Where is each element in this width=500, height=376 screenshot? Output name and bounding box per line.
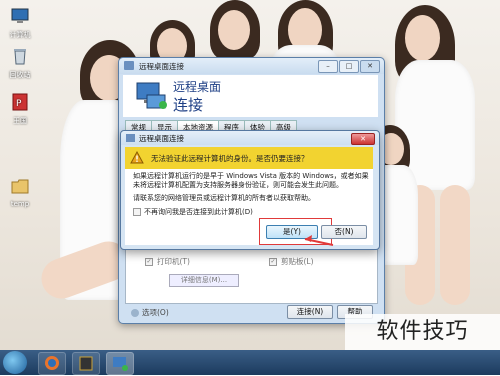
warning-message: 无法验证此远程计算机的身份。是否仍要连接？ [151, 154, 309, 163]
minimize-button[interactable]: – [318, 60, 338, 73]
chevron-up-icon [131, 308, 139, 317]
details-button[interactable]: 详细信息(M)... [169, 274, 239, 287]
svg-text:P: P [16, 99, 22, 109]
firefox-icon [45, 356, 59, 370]
warning-contact-admin: 请联系您的网络管理员或远程计算机的所有者以获取帮助。 [133, 194, 315, 202]
remote-desktop-icon [113, 357, 128, 371]
window-titlebar[interactable]: 远程桌面连接 – □ ✕ [119, 58, 384, 74]
clipboard-label: 剪贴板(L) [281, 257, 314, 266]
taskbar-app[interactable] [72, 352, 100, 375]
options-toggle[interactable]: 选项(O) [131, 307, 169, 318]
dont-ask-checkbox[interactable] [133, 208, 141, 216]
dialog-footer: 选项(O) 连接(N) 帮助 [125, 304, 376, 320]
printer-checkbox[interactable]: ✓ [145, 257, 153, 266]
app-icon [79, 356, 93, 371]
window-title: 远程桌面连接 [139, 62, 184, 71]
clipboard-option[interactable]: ✓ 剪贴板(L) [269, 256, 314, 267]
dialog-header: 远程桌面 连接 [123, 75, 378, 117]
desktop-icon-label: temp [10, 200, 30, 208]
warning-banner: 无法验证此远程计算机的身份。是否仍要连接？ [125, 147, 373, 169]
taskbar-firefox[interactable] [38, 352, 66, 375]
maximize-button[interactable]: □ [339, 60, 359, 73]
warning-title: 远程桌面连接 [139, 134, 184, 143]
desktop-icon-app[interactable]: P 王国 [4, 92, 36, 126]
certificate-warning-dialog: 远程桌面连接 ✕ 无法验证此远程计算机的身份。是否仍要连接？ 如果远程计算机运行… [120, 130, 380, 250]
arrow-annotation-icon [304, 235, 334, 246]
folder-icon [11, 179, 29, 194]
desktop-icon-label: 王国 [13, 117, 27, 125]
warning-titlebar[interactable]: 远程桌面连接 ✕ [121, 131, 379, 145]
header-title-line1: 远程桌面 [173, 80, 222, 94]
desktop-icon-label: 回收站 [9, 71, 31, 79]
warning-explanation: 如果远程计算机运行的是早于 Windows Vista 版本的 Windows，… [133, 172, 369, 189]
recycle-bin-icon [14, 49, 26, 65]
start-button[interactable] [3, 351, 27, 374]
desktop-icon-folder[interactable]: temp [4, 176, 36, 208]
close-button[interactable]: ✕ [360, 60, 380, 73]
app-icon: P [12, 93, 28, 111]
remote-desktop-icon [126, 134, 135, 142]
desktop-icon-recycle-bin[interactable]: 回收站 [4, 46, 36, 80]
connect-button[interactable]: 连接(N) [287, 305, 333, 319]
desktop-icon-label: 计算机 [9, 31, 31, 39]
warning-body: 如果远程计算机运行的是早于 Windows Vista 版本的 Windows，… [125, 169, 373, 246]
desktop-icon-computer[interactable]: 计算机 [4, 6, 36, 40]
taskbar [0, 350, 500, 375]
remote-desktop-icon [124, 61, 134, 70]
close-button[interactable]: ✕ [351, 133, 375, 145]
printer-option[interactable]: ✓ 打印机(T) [145, 256, 190, 267]
dont-ask-option[interactable]: 不再询问我是否连接到此计算机(D) [133, 207, 253, 217]
computer-icon [11, 8, 29, 23]
dont-ask-label: 不再询问我是否连接到此计算机(D) [144, 208, 253, 216]
clipboard-checkbox[interactable]: ✓ [269, 257, 277, 266]
printer-label: 打印机(T) [157, 257, 190, 266]
warning-icon [130, 151, 144, 164]
remote-desktop-monitor-icon [136, 82, 167, 109]
header-title-line2: 连接 [173, 96, 204, 114]
watermark: 软件技巧 [345, 314, 500, 350]
taskbar-remote-desktop[interactable] [106, 352, 134, 375]
options-label: 选项(O) [142, 308, 169, 317]
